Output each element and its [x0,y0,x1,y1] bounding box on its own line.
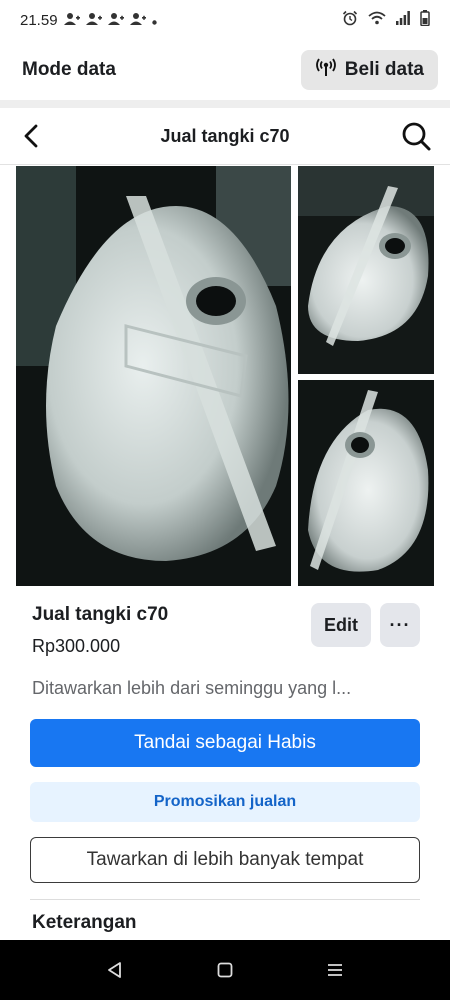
section-divider [0,100,450,108]
list-in-more-places-button[interactable]: Tawarkan di lebih banyak tempat [30,837,420,883]
search-icon[interactable] [400,120,432,152]
description-heading: Keterangan [32,912,137,933]
notification-dot-icon [151,12,157,29]
nav-home-icon[interactable] [216,961,234,979]
status-time: 21.59 [20,11,58,29]
more-options-button[interactable]: ··· [380,603,420,647]
broadcast-icon [315,57,337,83]
person-add-icon [63,12,80,29]
person-add-icon [85,12,102,29]
status-left: 21.59 [20,12,157,29]
data-mode-title: Mode data [22,59,116,80]
listing-photo-2[interactable] [298,166,434,374]
wifi-icon [368,11,386,29]
alarm-icon [342,10,358,30]
edit-button[interactable]: Edit [311,603,371,647]
mark-as-sold-button[interactable]: Tandai sebagai Habis [30,719,420,767]
listing-title: Jual tangki c70 [32,604,169,625]
listing-photo-3[interactable] [298,380,434,586]
promote-listing-button[interactable]: Promosikan jualan [30,782,420,822]
listing-price: Rp300.000 [32,636,121,656]
person-add-icon [129,12,146,29]
status-right [342,10,430,30]
buy-data-label: Beli data [344,59,424,80]
system-navigation-bar [0,940,450,1000]
signal-icon [396,11,410,29]
section-divider [30,899,420,900]
listing-photo-main[interactable] [16,166,291,586]
nav-recents-icon[interactable] [326,961,344,979]
listed-duration-text: Ditawarkan lebih dari seminggu yang l... [32,678,352,698]
nav-back-icon[interactable] [106,961,124,979]
listing-info: Jual tangki c70 Rp300.000 [32,604,168,657]
data-mode-bar: Mode data Beli data [0,40,450,100]
person-add-icon [107,12,124,29]
back-arrow-icon[interactable] [18,122,46,150]
status-bar: 21.59 [0,0,450,40]
page-title: Jual tangki c70 [160,125,290,146]
page-header: Jual tangki c70 [0,108,450,165]
battery-icon [420,10,430,30]
buy-data-button[interactable]: Beli data [300,50,438,90]
